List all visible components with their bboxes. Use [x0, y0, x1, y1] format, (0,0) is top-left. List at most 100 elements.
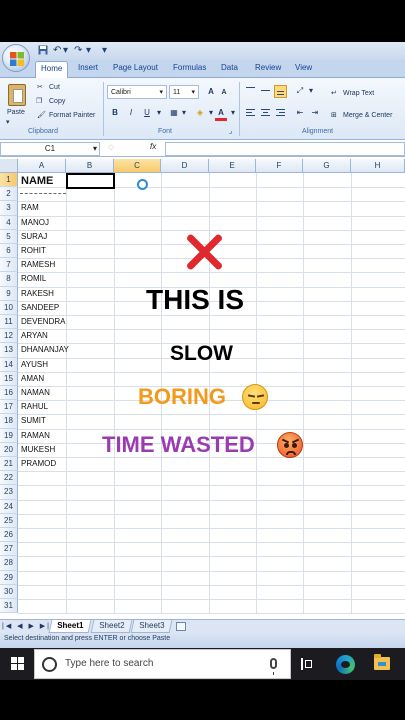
row-header-9[interactable]: 9	[0, 286, 18, 301]
copy-button[interactable]: Copy	[49, 97, 65, 107]
cell-a10[interactable]: SANDEEP	[21, 301, 59, 315]
font-size-box[interactable]: 11 ▾	[169, 85, 199, 99]
font-size-dropdown-icon[interactable]: ▾	[191, 88, 195, 97]
align-top-icon[interactable]	[244, 85, 257, 98]
tab-data[interactable]: Data	[221, 63, 238, 72]
row-header-18[interactable]: 18	[0, 414, 18, 429]
row-header-14[interactable]: 14	[0, 357, 18, 372]
row-header-19[interactable]: 19	[0, 428, 18, 443]
decrease-indent-icon[interactable]: ⇤	[294, 107, 306, 119]
underline-button[interactable]: U	[141, 107, 153, 119]
font-dialog-launcher-icon[interactable]: ⌟	[229, 127, 232, 137]
undo-icon[interactable]: ↶	[53, 45, 61, 57]
sheet-tab-1[interactable]: Sheet1	[48, 620, 92, 633]
cell-a6[interactable]: ROHIT	[21, 244, 46, 258]
paste-button[interactable]: Paste	[7, 108, 25, 118]
row-header-16[interactable]: 16	[0, 386, 18, 401]
align-right-icon[interactable]	[274, 107, 287, 120]
name-box-dropdown-icon[interactable]: ▾	[93, 143, 97, 155]
select-all-button[interactable]	[0, 159, 18, 173]
active-cell-border[interactable]	[66, 173, 115, 189]
row-header-24[interactable]: 24	[0, 499, 18, 514]
cell-a21[interactable]: PRAMOD	[21, 457, 56, 471]
windows-start-icon[interactable]	[11, 657, 24, 670]
column-header-g[interactable]: G	[303, 159, 351, 173]
undo-dropdown-icon[interactable]: ▾	[63, 45, 68, 57]
column-header-h[interactable]: H	[351, 159, 405, 173]
column-header-f[interactable]: F	[256, 159, 303, 173]
cell-a11[interactable]: DEVENDRA	[21, 315, 65, 329]
row-header-20[interactable]: 20	[0, 442, 18, 457]
row-header-1[interactable]: 1	[0, 173, 18, 188]
row-header-7[interactable]: 7	[0, 258, 18, 273]
cell-a9[interactable]: RAKESH	[21, 287, 54, 301]
bold-button[interactable]: B	[109, 107, 121, 119]
row-header-30[interactable]: 30	[0, 584, 18, 599]
cell-a13[interactable]: DHANANJAY	[21, 343, 69, 357]
row-header-12[interactable]: 12	[0, 329, 18, 344]
copy-icon[interactable]: ❐	[36, 97, 42, 107]
cell-a3[interactable]: RAM	[21, 201, 39, 215]
row-header-11[interactable]: 11	[0, 315, 18, 330]
wrap-text-icon[interactable]: ↵	[331, 89, 337, 99]
row-header-26[interactable]: 26	[0, 528, 18, 543]
cell-a15[interactable]: AMAN	[21, 372, 44, 386]
row-header-17[interactable]: 17	[0, 400, 18, 415]
column-header-d[interactable]: D	[161, 159, 209, 173]
tab-home[interactable]: Home	[35, 61, 69, 79]
merge-center-icon[interactable]: ⊞	[331, 111, 337, 121]
cell-a12[interactable]: ARYAN	[21, 329, 48, 343]
row-header-8[interactable]: 8	[0, 272, 18, 287]
row-header-3[interactable]: 3	[0, 201, 18, 216]
paste-icon[interactable]	[8, 84, 26, 106]
align-bottom-icon[interactable]	[274, 85, 287, 98]
row-header-23[interactable]: 23	[0, 485, 18, 500]
row-header-29[interactable]: 29	[0, 570, 18, 585]
office-button[interactable]	[2, 44, 30, 72]
align-center-icon[interactable]	[259, 107, 272, 120]
save-icon[interactable]	[38, 45, 48, 57]
font-name-dropdown-icon[interactable]: ▾	[159, 88, 163, 97]
cell-a8[interactable]: ROMIL	[21, 272, 46, 286]
formula-input[interactable]	[165, 142, 405, 156]
grow-font-button[interactable]: A	[205, 86, 217, 98]
font-color-button[interactable]: A	[215, 107, 227, 121]
tab-page-layout[interactable]: Page Layout	[113, 63, 158, 72]
cut-button[interactable]: Cut	[49, 83, 60, 93]
sheet-nav-arrows-icon[interactable]: |◀ ◀ ▶ ▶|	[2, 622, 51, 630]
row-header-10[interactable]: 10	[0, 300, 18, 315]
format-painter-icon[interactable]: 🖌	[37, 111, 46, 121]
redo-dropdown-icon[interactable]: ▾	[86, 45, 91, 57]
row-header-6[interactable]: 6	[0, 244, 18, 259]
taskbar-search-box[interactable]: Type here to search	[34, 649, 291, 679]
orientation-dropdown-icon[interactable]: ▾	[305, 85, 317, 97]
cell-a1[interactable]: NAME	[21, 174, 53, 188]
task-view-icon[interactable]	[301, 658, 313, 670]
row-header-27[interactable]: 27	[0, 542, 18, 557]
cell-a16[interactable]: NAMAN	[21, 386, 50, 400]
underline-dropdown-icon[interactable]: ▾	[153, 107, 165, 119]
italic-button[interactable]: I	[125, 107, 137, 119]
cell-a18[interactable]: SUMIT	[21, 414, 46, 428]
edge-browser-icon[interactable]	[336, 655, 355, 674]
name-box[interactable]: C1 ▾	[0, 142, 100, 156]
tab-insert[interactable]: Insert	[78, 63, 98, 72]
tab-formulas[interactable]: Formulas	[173, 63, 206, 72]
column-header-e[interactable]: E	[209, 159, 256, 173]
row-header-5[interactable]: 5	[0, 229, 18, 244]
shrink-font-button[interactable]: A	[218, 87, 230, 99]
insert-function-button[interactable]: fx	[150, 142, 156, 151]
column-header-b[interactable]: B	[66, 159, 114, 173]
row-header-4[interactable]: 4	[0, 215, 18, 230]
format-painter-button[interactable]: Format Painter	[49, 111, 95, 121]
tab-review[interactable]: Review	[255, 63, 281, 72]
increase-indent-icon[interactable]: ⇥	[309, 107, 321, 119]
row-header-2[interactable]: 2	[0, 187, 18, 202]
wrap-text-button[interactable]: Wrap Text	[343, 89, 374, 99]
cell-a14[interactable]: AYUSH	[21, 358, 48, 372]
cell-a4[interactable]: MANOJ	[21, 216, 49, 230]
sheet-tab-2[interactable]: Sheet2	[90, 620, 133, 633]
redo-icon[interactable]: ↷	[74, 45, 82, 57]
file-explorer-icon[interactable]	[374, 654, 390, 670]
cell-a5[interactable]: SURAJ	[21, 230, 47, 244]
